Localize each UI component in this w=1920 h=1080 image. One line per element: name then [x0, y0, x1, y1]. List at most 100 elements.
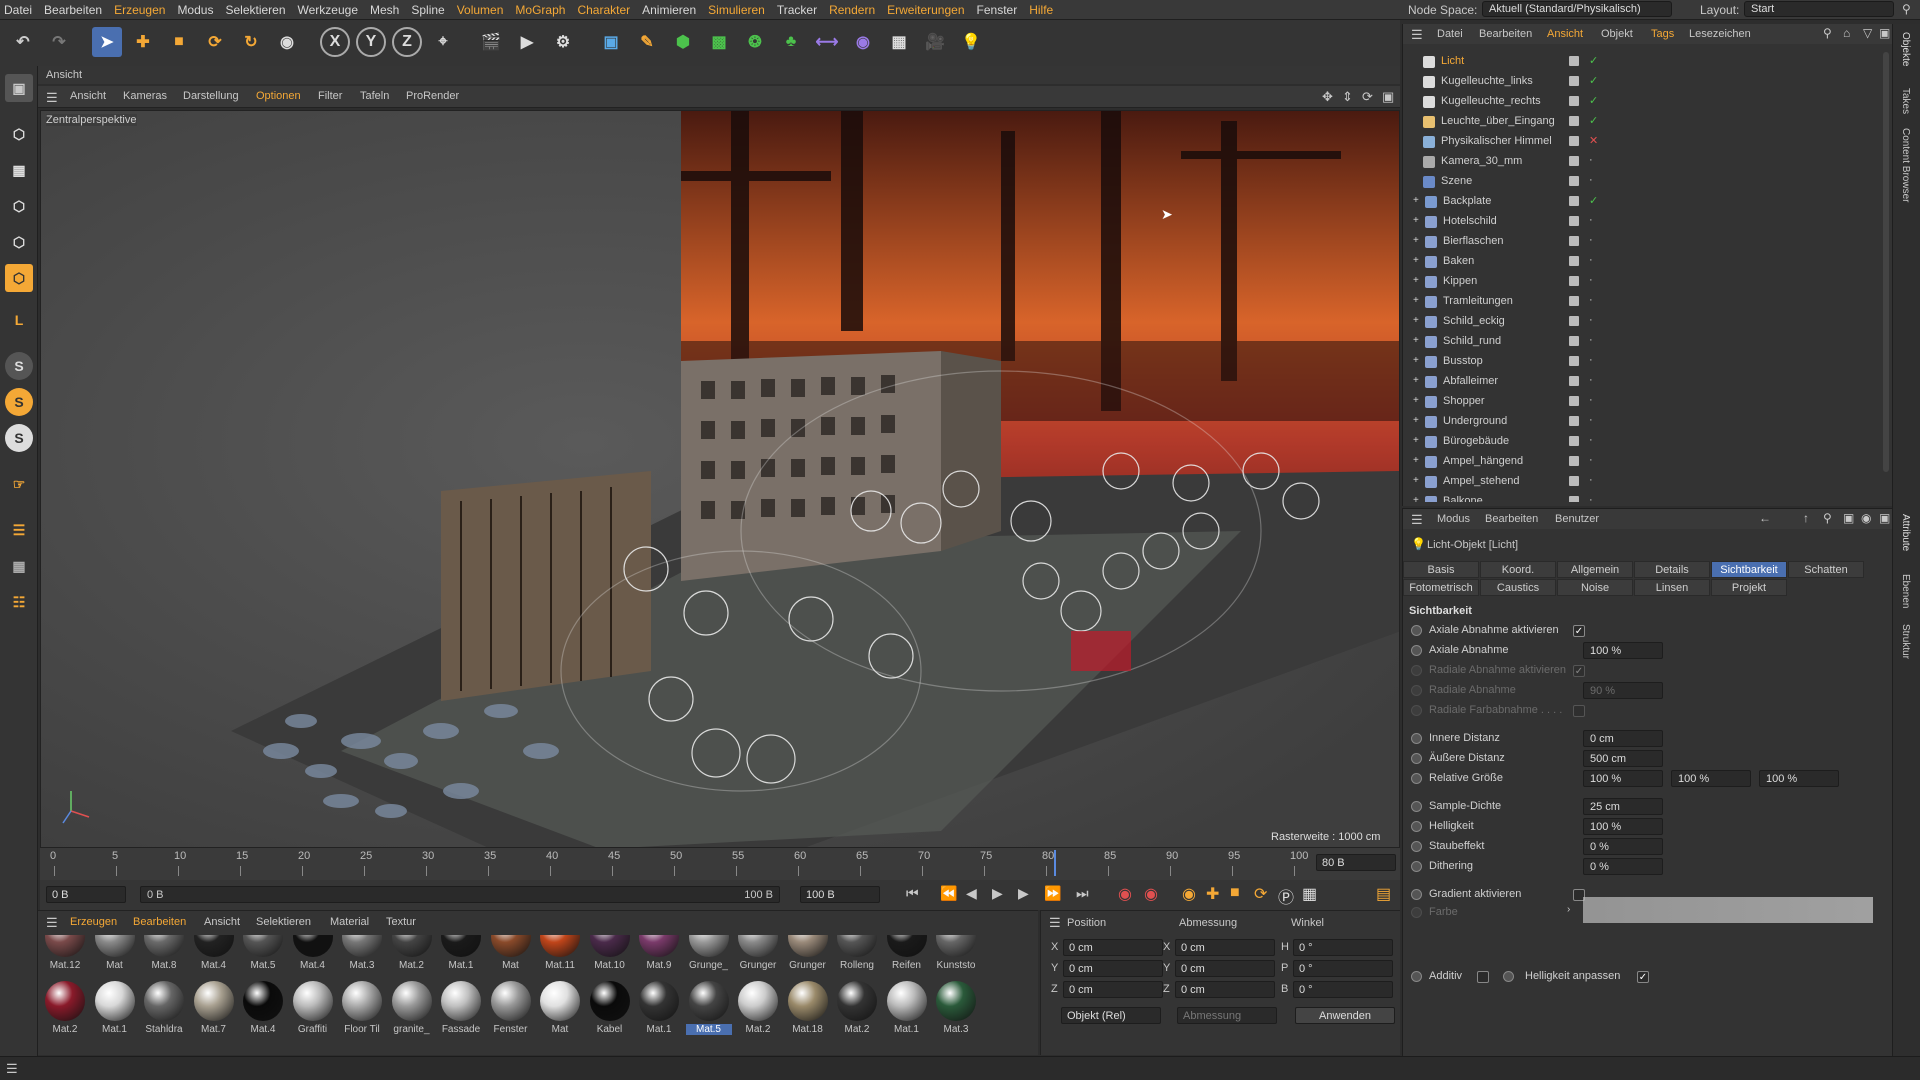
om-filter-icon[interactable]: ▽ [1863, 26, 1872, 40]
z-axis-lock-icon[interactable]: Z [392, 27, 422, 57]
object-row[interactable]: Physikalischer Himmel ✕ [1403, 132, 1873, 152]
animate-toggle-icon[interactable] [1411, 841, 1422, 852]
enable-check-icon[interactable]: ✕ [1589, 134, 1598, 147]
object-row[interactable]: + Abfalleimer · [1403, 372, 1873, 392]
expand-icon[interactable]: + [1413, 415, 1419, 426]
material-swatch[interactable]: Graffiti [290, 981, 336, 1041]
attribute-tab[interactable]: Schatten [1788, 561, 1864, 578]
attribute-value-field[interactable]: 100 % [1671, 770, 1751, 787]
expand-icon[interactable]: + [1413, 195, 1419, 206]
gradient-expand-icon[interactable]: › [1567, 904, 1570, 915]
side-tab-objekte[interactable]: Objekte [1900, 32, 1911, 66]
material-swatch[interactable]: Mat.2 [735, 981, 781, 1041]
attribute-tab[interactable]: Noise [1557, 579, 1633, 596]
object-name[interactable]: Ampel_stehend [1443, 475, 1519, 487]
mat-menu-ansicht[interactable]: Ansicht [204, 916, 240, 928]
goto-start-icon[interactable]: ⏮ [906, 885, 919, 902]
expand-icon[interactable]: + [1413, 335, 1419, 346]
animate-toggle-icon[interactable] [1411, 625, 1422, 636]
animate-toggle-icon[interactable] [1411, 685, 1422, 696]
enable-check-icon[interactable]: · [1589, 454, 1593, 466]
menu-rendern[interactable]: Rendern [829, 3, 875, 17]
play-icon[interactable]: ▶ [992, 885, 1003, 902]
next-frame-icon[interactable]: ▶ [1018, 885, 1029, 902]
workplane-icon[interactable]: ☰ [5, 516, 33, 544]
key-scale-icon[interactable]: ■ [1230, 884, 1240, 902]
extrude-icon[interactable]: ▩ [704, 27, 734, 57]
material-swatch[interactable]: Mat.2 [42, 981, 88, 1041]
rotate-tool-icon[interactable]: ⟳ [200, 27, 230, 57]
object-row[interactable]: Kugelleuchte_links ✓ [1403, 72, 1873, 92]
field-icon[interactable]: ◉ [848, 27, 878, 57]
expand-icon[interactable]: + [1413, 255, 1419, 266]
am-menu-icon[interactable]: ☰ [1411, 512, 1423, 528]
enable-check-icon[interactable]: · [1589, 414, 1593, 426]
om-menu-lesezeichen[interactable]: Lesezeichen [1689, 28, 1751, 40]
object-name[interactable]: Busstop [1443, 355, 1483, 367]
om-menu-icon[interactable]: ☰ [1411, 27, 1423, 43]
animate-toggle-icon[interactable] [1411, 705, 1422, 716]
size-field[interactable]: 0 cm [1175, 960, 1275, 977]
keyframe-selection-icon[interactable]: ◉ [1182, 884, 1196, 904]
deformer-icon[interactable]: ⟷ [812, 27, 842, 57]
material-swatch[interactable]: Fassade [438, 981, 484, 1041]
recent-tool-icon[interactable]: ◉ [272, 27, 302, 57]
layer-flag-icon[interactable] [1569, 296, 1579, 306]
edges-mode-icon[interactable]: ⬡ [5, 228, 33, 256]
vp-menu-prorender[interactable]: ProRender [406, 90, 459, 102]
object-row[interactable]: + Bierflaschen · [1403, 232, 1873, 252]
floor-icon[interactable]: ▦ [884, 27, 914, 57]
object-name[interactable]: Kugelleuchte_links [1441, 75, 1533, 87]
attribute-value-field[interactable]: 100 % [1583, 770, 1663, 787]
material-swatch[interactable]: Mat.7 [191, 981, 237, 1041]
layer-flag-icon[interactable] [1569, 276, 1579, 286]
prev-frame-icon[interactable]: ◀ [966, 885, 977, 902]
vp-menu-filter[interactable]: Filter [318, 90, 342, 102]
layer-flag-icon[interactable] [1569, 76, 1579, 86]
axis-mode-icon[interactable]: L [5, 306, 33, 334]
attribute-value-field[interactable]: 25 cm [1583, 798, 1663, 815]
material-swatch[interactable]: Kabel [587, 981, 633, 1041]
enable-check-icon[interactable]: ✓ [1589, 74, 1598, 87]
object-name[interactable]: Bierflaschen [1443, 235, 1504, 247]
menu-werkzeuge[interactable]: Werkzeuge [298, 3, 358, 17]
layer-flag-icon[interactable] [1569, 496, 1579, 502]
object-row[interactable]: + Hotelschild · [1403, 212, 1873, 232]
layer-flag-icon[interactable] [1569, 116, 1579, 126]
enable-check-icon[interactable]: · [1589, 254, 1593, 266]
side-tab-content-browser[interactable]: Content Browser [1900, 128, 1911, 202]
layer-flag-icon[interactable] [1569, 376, 1579, 386]
object-name[interactable]: Szene [1441, 175, 1472, 187]
side-tab-attribute[interactable]: Attribute [1900, 514, 1911, 551]
material-swatch[interactable]: Mat.11 [537, 935, 583, 977]
object-name[interactable]: Kippen [1443, 275, 1477, 287]
enable-check-icon[interactable]: · [1589, 274, 1593, 286]
texture-mode-icon[interactable]: ▦ [5, 156, 33, 184]
model-mode-icon[interactable]: ⬡ [5, 120, 33, 148]
attribute-tab[interactable]: Koord. [1480, 561, 1556, 578]
menu-erweiterungen[interactable]: Erweiterungen [887, 3, 964, 17]
object-row[interactable]: + Tramleitungen · [1403, 292, 1873, 312]
object-row[interactable]: Kamera_30_mm · [1403, 152, 1873, 172]
layer-flag-icon[interactable] [1569, 256, 1579, 266]
cube-icon[interactable]: ▣ [596, 27, 626, 57]
layer-flag-icon[interactable] [1569, 156, 1579, 166]
attribute-checkbox[interactable]: ✓ [1573, 625, 1585, 637]
object-row[interactable]: Licht ✓ [1403, 52, 1873, 72]
object-name[interactable]: Licht [1441, 55, 1464, 67]
enable-check-icon[interactable]: ✓ [1589, 114, 1598, 127]
object-name[interactable]: Backplate [1443, 195, 1491, 207]
move-tool-icon[interactable]: ✚ [128, 27, 158, 57]
animate-toggle-icon[interactable] [1411, 645, 1422, 656]
prev-key-icon[interactable]: ⏪ [940, 885, 957, 902]
object-row[interactable]: Leuchte_über_Eingang ✓ [1403, 112, 1873, 132]
object-name[interactable]: Underground [1443, 415, 1507, 427]
enable-check-icon[interactable]: · [1589, 294, 1593, 306]
animate-toggle-icon[interactable] [1411, 889, 1422, 900]
enable-check-icon[interactable]: · [1589, 214, 1593, 226]
object-row[interactable]: + Balkone · [1403, 492, 1873, 502]
om-search-icon[interactable]: ⚲ [1823, 26, 1832, 40]
position-field[interactable]: 0 cm [1063, 981, 1163, 998]
menu-mograph[interactable]: MoGraph [515, 3, 565, 17]
object-name[interactable]: Leuchte_über_Eingang [1441, 115, 1555, 127]
